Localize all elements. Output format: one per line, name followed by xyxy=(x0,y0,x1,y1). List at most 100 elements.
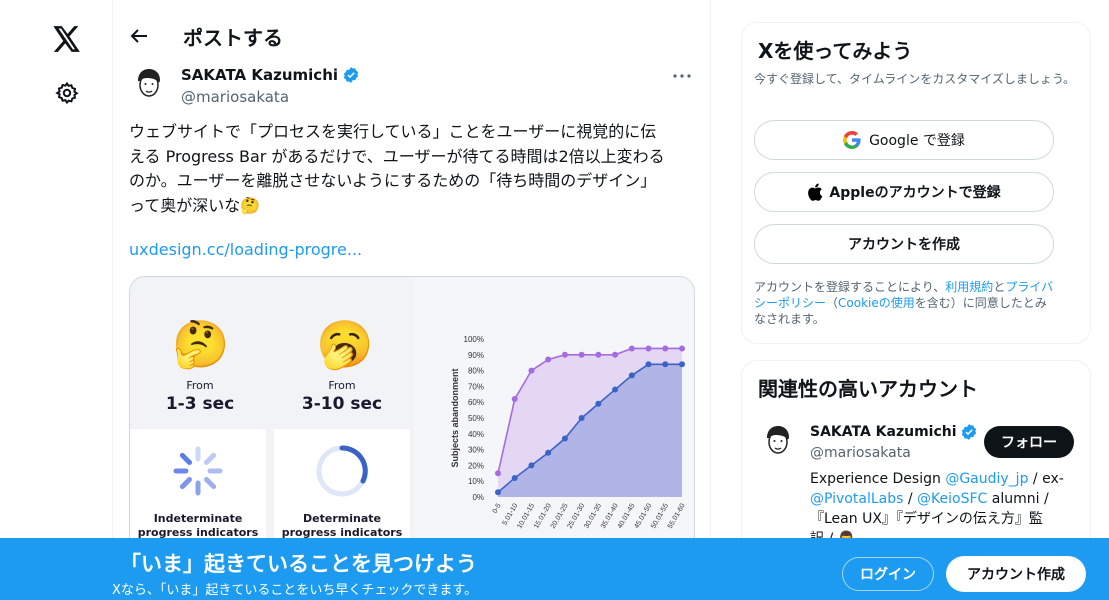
data-point xyxy=(495,470,501,477)
x-tick-label: 55.01-60 xyxy=(667,502,687,530)
data-point xyxy=(628,345,635,352)
y-tick-label: 0% xyxy=(472,493,484,502)
bio-part: alumni / xyxy=(987,491,1049,507)
y-tick-label: 20% xyxy=(468,461,484,470)
verified-badge-icon xyxy=(343,67,359,83)
author-name-text: SAKATA Kazumichi xyxy=(181,66,339,84)
spinner-icon xyxy=(173,446,223,496)
main-column: ポストする SAKATA Kazumichi @mariosakata ウェブサ… xyxy=(112,0,711,600)
data-point xyxy=(528,462,535,469)
related-handle[interactable]: @mariosakata xyxy=(810,445,911,461)
apple-signup-label: Appleのアカウントで登録 xyxy=(829,185,1001,201)
more-icon[interactable] xyxy=(670,64,694,88)
x-logo-icon[interactable] xyxy=(50,22,84,56)
y-tick-label: 80% xyxy=(468,367,484,376)
bio-mention[interactable]: @PivotalLabs xyxy=(810,491,903,507)
related-bio: Experience Design @Gaudiy_jp / ex- @Pivo… xyxy=(810,469,1080,549)
left-nav xyxy=(0,0,113,600)
bio-part: / xyxy=(903,491,918,507)
avatar[interactable] xyxy=(129,64,169,104)
signup-button[interactable]: アカウント作成 xyxy=(946,556,1086,592)
card-indeterminate: Indeterminate progress indicators xyxy=(130,429,266,555)
bio-part: Experience Design xyxy=(810,471,946,487)
data-point xyxy=(679,361,685,368)
post-link[interactable]: uxdesign.cc/loading-progre... xyxy=(129,240,362,259)
bio-part: 『Lean UX』『デザインの伝え方』監 xyxy=(810,511,1043,527)
y-tick-label: 70% xyxy=(468,382,484,391)
create-account-label: アカウントを作成 xyxy=(848,237,960,253)
signup-banner: 「いま」起きていることを見つけよう Xなら、「いま」起きていることをいち早くチェ… xyxy=(0,538,1109,600)
data-point xyxy=(662,361,669,368)
abandonment-chart: 100% 90% 80% 70% 60% 50% 40% 30% 20% 10% 0% Subject… xyxy=(450,335,687,530)
post-text: ウェブサイトで「プロセスを実行している」ことをユーザーに視覚的に伝 える Pro… xyxy=(129,122,665,215)
y-tick-label: 90% xyxy=(468,351,484,360)
terms-text: アカウントを登録することにより、利用規約とプライバシーポリシー（Cookieの使… xyxy=(754,279,1058,327)
author-name[interactable]: SAKATA Kazumichi xyxy=(181,66,360,84)
y-tick-label: 10% xyxy=(468,477,484,486)
related-title: 関連性の高いアカウント xyxy=(758,377,978,401)
data-point xyxy=(662,345,669,352)
thinking-emoji-icon: 🤔 xyxy=(172,317,230,371)
apple-icon xyxy=(808,183,823,201)
banner-subtitle: Xなら、「いま」起きていることをいち早くチェックできます。 xyxy=(112,583,478,598)
related-name-text: SAKATA Kazumichi xyxy=(810,424,957,440)
terms-link[interactable]: 利用規約 xyxy=(945,280,993,294)
card-1-3-sec: 🤔 From 1-3 sec 🥱 From 3-10 sec xyxy=(130,277,410,427)
data-point xyxy=(679,345,685,352)
author-handle[interactable]: @mariosakata xyxy=(181,88,289,106)
data-point xyxy=(612,386,619,393)
yawning-emoji-icon: 🥱 xyxy=(316,317,374,371)
post-media[interactable]: 🤔 From 1-3 sec 🥱 From 3-10 sec Indetermi… xyxy=(129,276,695,556)
data-point xyxy=(628,372,635,379)
signup-box: Xを使ってみよう 今すぐ登録して、タイムラインをカスタマイズしましょう。 Goo… xyxy=(741,22,1091,344)
data-point xyxy=(645,345,652,352)
abandonment-chart-panel: 100% 90% 80% 70% 60% 50% 40% 30% 20% 10% 0% Subject… xyxy=(414,277,694,555)
y-tick-label: 30% xyxy=(468,446,484,455)
y-tick-label: 50% xyxy=(468,414,484,423)
y-tick-label: 100% xyxy=(464,335,484,344)
y-tick-label: 40% xyxy=(468,430,484,439)
y-tick-label: 60% xyxy=(468,398,484,407)
bio-mention[interactable]: @Gaudiy_jp xyxy=(945,471,1028,487)
google-signup-button[interactable]: Google で登録 xyxy=(754,120,1054,160)
arrow-left-icon[interactable] xyxy=(127,24,151,48)
banner-title: 「いま」起きていることを見つけよう xyxy=(120,552,477,576)
gear-icon[interactable] xyxy=(50,76,84,110)
bio-mention[interactable]: @KeioSFC xyxy=(917,491,987,507)
data-point xyxy=(595,400,602,407)
x-tick-label: 5.01-10 xyxy=(502,502,520,526)
terms-part: アカウントを登録することにより、 xyxy=(754,280,946,294)
signup-title: Xを使ってみよう xyxy=(758,39,913,63)
login-button[interactable]: ログイン xyxy=(842,557,934,591)
page-title: ポストする xyxy=(183,26,283,50)
data-point xyxy=(545,356,552,363)
avatar[interactable] xyxy=(758,421,798,461)
bio-part: / ex- xyxy=(1028,471,1064,487)
data-point xyxy=(511,396,518,403)
data-point xyxy=(578,415,585,421)
related-name[interactable]: SAKATA Kazumichi xyxy=(810,423,978,441)
card-label-line1: Indeterminate xyxy=(153,512,243,525)
data-point xyxy=(545,449,552,456)
data-point xyxy=(645,361,652,368)
data-point xyxy=(495,489,501,496)
data-point xyxy=(595,351,602,358)
terms-part: と xyxy=(993,280,1006,294)
y-axis-label: Subjects abandonment xyxy=(450,368,460,467)
google-icon xyxy=(843,131,861,149)
x-tick-label: 0-5 xyxy=(492,502,503,514)
follow-button[interactable]: フォロー xyxy=(984,426,1074,458)
data-point xyxy=(561,435,568,442)
apple-signup-button[interactable]: Appleのアカウントで登録 xyxy=(754,172,1054,212)
create-account-button[interactable]: アカウントを作成 xyxy=(754,224,1054,264)
progress-ring-icon xyxy=(316,445,368,497)
data-point xyxy=(561,351,568,358)
cookie-link[interactable]: Cookieの使用 xyxy=(838,296,915,310)
data-point xyxy=(578,351,585,358)
google-signup-label: Google で登録 xyxy=(869,133,965,149)
data-point xyxy=(511,475,518,482)
card-label-line1: Determinate xyxy=(303,512,381,525)
data-point xyxy=(528,367,535,374)
terms-part: （ xyxy=(826,296,839,310)
signup-subtitle: 今すぐ登録して、タイムラインをカスタマイズしましょう。 xyxy=(754,72,1076,86)
